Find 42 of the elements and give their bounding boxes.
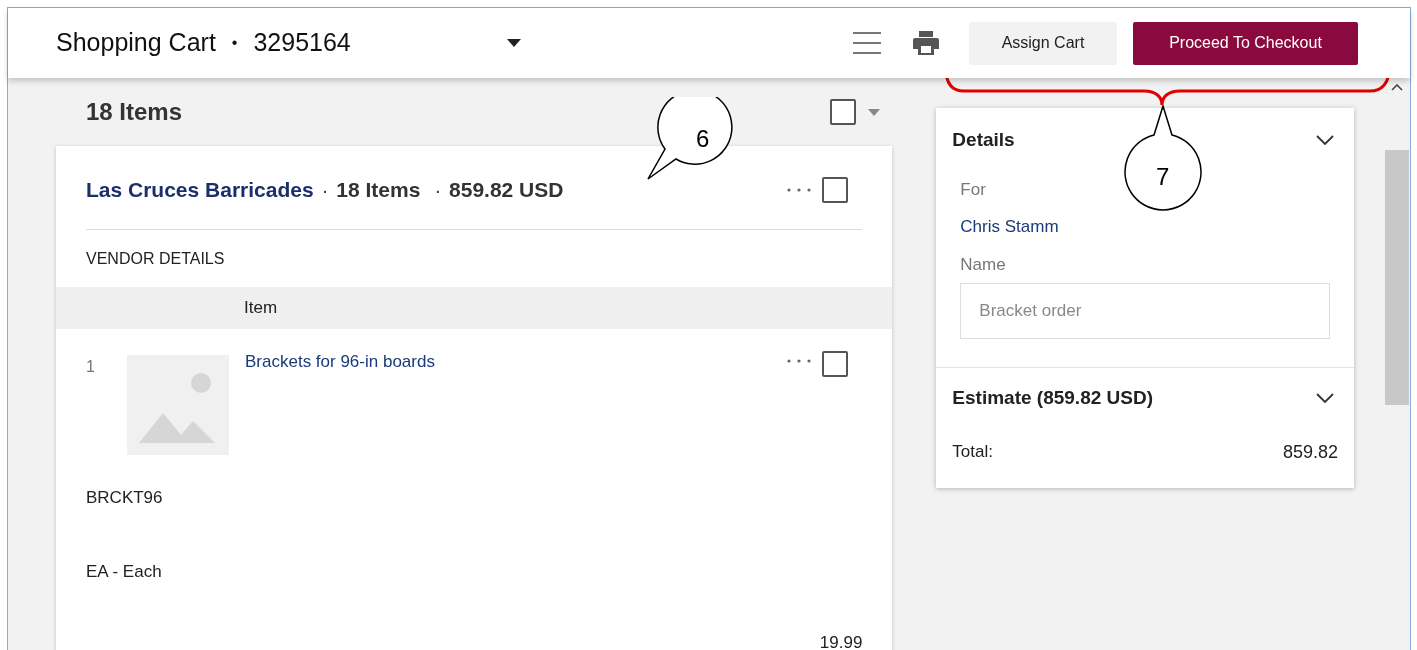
checkbox[interactable] [822,176,849,203]
more-options-icon[interactable] [786,186,813,193]
panel-title: Estimate (859.82 USD) [952,386,1154,410]
part-number: BRCKT96 [86,487,163,509]
scroll-up-icon[interactable] [1391,84,1403,91]
item-name[interactable]: Brackets for 96-in boards [245,349,787,375]
field-label: Name [960,253,1006,276]
vendor-item-count: 18 Items [336,176,421,203]
cart-number: 3295164 [253,27,351,59]
total-label: Total: [952,440,994,463]
panel-title: Details [952,128,1016,152]
printer-icon[interactable] [913,31,939,55]
menu-icon[interactable] [853,31,881,55]
scrollbar-thumb[interactable] [1385,150,1409,405]
assign-cart-button[interactable]: Assign Cart [969,21,1117,65]
cart-title: Shopping Cart [56,27,216,59]
checkbox[interactable] [830,99,857,125]
checkout-button[interactable]: Proceed To Checkout [1133,21,1358,65]
section-label: VENDOR DETAILS [86,248,225,269]
line-number: 1 [86,357,96,377]
cart-name-field[interactable]: Bracket order [960,283,1330,339]
requester-name[interactable]: Chris Stamm [960,214,1059,240]
column-header: Item [244,297,278,320]
unit-of-measure: EA - Each [86,560,162,583]
separator: · [321,177,329,203]
separator: · [434,177,442,203]
field-label: For [960,178,986,201]
dropdown-caret-icon[interactable] [506,39,521,47]
items-count: 18 Items [86,97,184,127]
caret-icon[interactable] [868,108,881,116]
vendor-name[interactable]: Las Cruces Barricades [86,173,314,206]
more-options-icon[interactable] [786,358,813,364]
total-value: 859.82 [1282,440,1338,464]
checkbox[interactable] [822,351,849,377]
image-placeholder-icon [127,355,229,455]
item-price: 19.99 [819,632,863,650]
callout-number: 7 [1156,162,1170,192]
chevron-down-icon[interactable] [1316,135,1334,146]
title-separator: • [231,33,238,53]
chevron-down-icon[interactable] [1316,393,1334,404]
callout-number: 6 [696,124,710,154]
vendor-total: 859.82 USD [449,176,564,203]
